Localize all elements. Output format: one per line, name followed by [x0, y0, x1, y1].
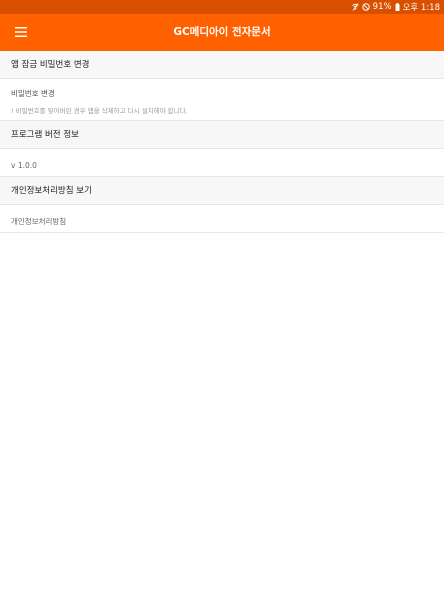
app-title: GC메디아이 전자문서 [173, 26, 271, 38]
change-password-title: 비밀번호 변경 [11, 89, 55, 98]
privacy-policy-item[interactable]: 개인정보처리방침 [0, 205, 444, 233]
version-value: v 1.0.0 [11, 161, 37, 170]
privacy-policy-title: 개인정보처리방침 [11, 217, 67, 226]
change-password-warning: ! 비밀번호를 잊어버린 경우 앱을 삭제하고 다시 설치해야 합니다. [11, 107, 188, 115]
section-header-privacy: 개인정보처리방침 보기 [0, 177, 444, 205]
change-password-item[interactable]: 비밀번호 변경 ! 비밀번호를 잊어버린 경우 앱을 삭제하고 다시 설치해야 … [0, 79, 444, 121]
battery-percent: 91% [372, 2, 392, 12]
section-header-version: 프로그램 버전 정보 [0, 121, 444, 149]
settings-list: 앱 잠금 비밀번호 변경 비밀번호 변경 ! 비밀번호를 잊어버린 경우 앱을 … [0, 51, 444, 233]
version-item: v 1.0.0 [0, 149, 444, 177]
do-not-disturb-icon [361, 3, 370, 11]
app-bar: GC메디아이 전자문서 [0, 14, 444, 51]
status-time: 오후 1:18 [402, 3, 440, 13]
wifi-off-icon [351, 3, 359, 11]
section-header-app-lock: 앱 잠금 비밀번호 변경 [0, 51, 444, 79]
battery-icon [395, 3, 400, 11]
status-bar: 91% 오후 1:18 [0, 0, 444, 14]
